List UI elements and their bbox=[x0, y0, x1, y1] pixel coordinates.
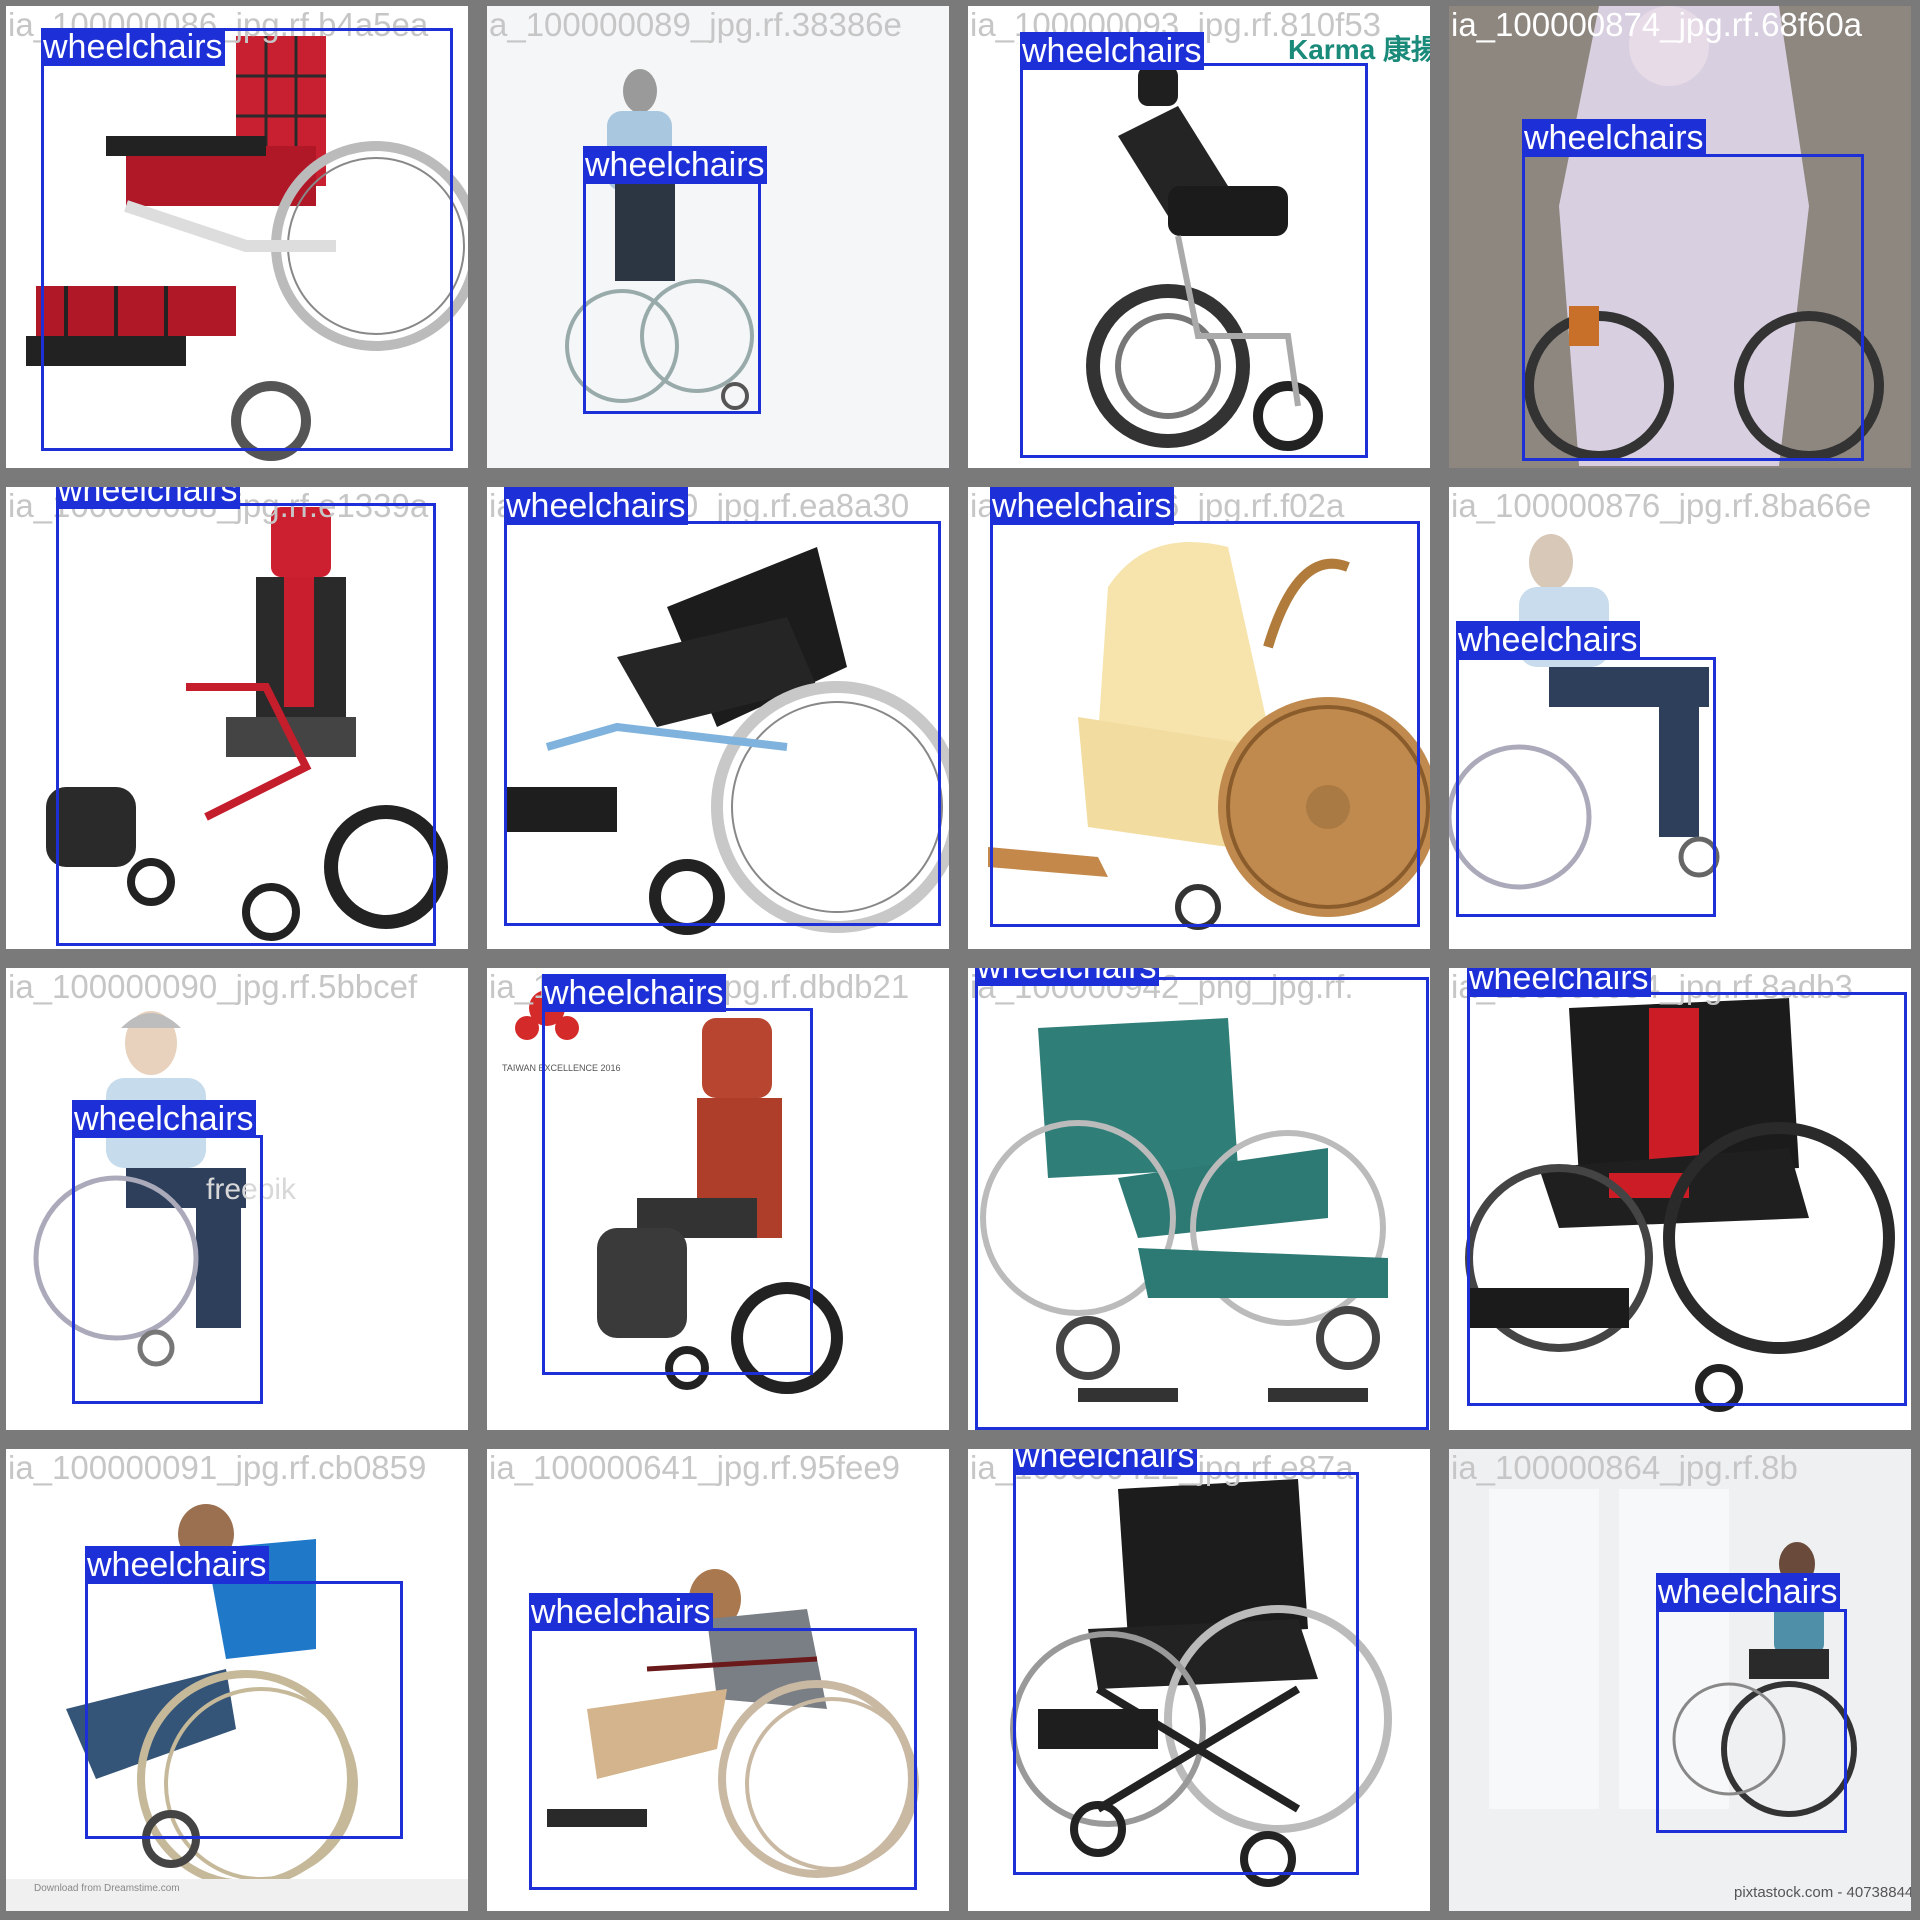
detection-box bbox=[990, 521, 1420, 927]
detection-box bbox=[975, 977, 1429, 1430]
detection-box bbox=[56, 503, 436, 946]
image-filename: ia_100000090_jpg.rf.5bbcef bbox=[8, 968, 418, 1005]
grid-tile: ia_100000864_jpg.rf.8b pixtastock.com - … bbox=[1449, 1449, 1911, 1911]
image-filename: a_100000089_jpg.rf.38386e bbox=[489, 6, 902, 43]
grid-tile: ia_100000470_jpg.rf.ea8a30 wheelchairs bbox=[487, 487, 949, 949]
brand-watermark: Download from Dreamstime.com bbox=[34, 1883, 180, 1894]
detection-box bbox=[1522, 154, 1864, 461]
detection-label: wheelchairs bbox=[990, 487, 1174, 525]
detection-label: wheelchairs bbox=[529, 1593, 713, 1631]
detection-label: wheelchairs bbox=[583, 146, 767, 184]
image-filename: ia_100000641_jpg.rf.95fee9 bbox=[489, 1449, 901, 1486]
image-filename: ia_100000876_jpg.rf.8ba66e bbox=[1451, 487, 1872, 524]
grid-tile: ia_100000092_jpg.rf.dbdb21 TAIWAN EXCELL… bbox=[487, 968, 949, 1430]
grid-tile: ia_100000942_png_jpg.rf. wheelchairs bbox=[968, 968, 1430, 1430]
detection-label: wheelchairs bbox=[72, 1100, 256, 1138]
detection-box bbox=[41, 28, 453, 451]
detection-label: wheelchairs bbox=[1467, 968, 1651, 997]
grid-tile: ia_100000466_jpg.rf.f02a wheelchairs bbox=[968, 487, 1430, 949]
detection-box bbox=[1456, 657, 1716, 917]
detection-box bbox=[1656, 1609, 1847, 1833]
grid-tile: ia_100000088_jpg.rf.e1339a wheelchairs bbox=[6, 487, 468, 949]
detection-label: wheelchairs bbox=[542, 974, 726, 1012]
detection-label: wheelchairs bbox=[41, 28, 225, 66]
detection-label: wheelchairs bbox=[975, 968, 1159, 986]
image-filename: ia_100000874_jpg.rf.68f60a bbox=[1451, 6, 1863, 43]
detection-box bbox=[1020, 63, 1368, 458]
grid-tile: ia_100000874_jpg.rf.68f60a wheelchairs bbox=[1449, 6, 1911, 468]
grid-tile: ia_100000086_jpg.rf.b4a5ea wheelchairs bbox=[6, 6, 468, 468]
brand-watermark: pixtastock.com - 40738844 bbox=[1734, 1884, 1911, 1901]
grid-tile: ia_100000422_jpg.rf.e87a wheelchairs bbox=[968, 1449, 1430, 1911]
detection-box bbox=[85, 1581, 403, 1839]
detection-box bbox=[529, 1628, 917, 1890]
detection-box bbox=[583, 174, 761, 414]
detection-label: wheelchairs bbox=[1456, 621, 1640, 659]
grid-tile: ia_100000876_jpg.rf.8ba66e wheelchairs bbox=[1449, 487, 1911, 949]
grid-tile: ia_100000090_jpg.rf.5bbcef freepik wheel… bbox=[6, 968, 468, 1430]
detection-label: wheelchairs bbox=[85, 1546, 269, 1584]
image-filename: ia_100000864_jpg.rf.8b bbox=[1451, 1449, 1798, 1486]
detection-label: wheelchairs bbox=[1020, 32, 1204, 70]
grid-tile: ia_100000091_jpg.rf.cb0859 Download from… bbox=[6, 1449, 468, 1911]
detection-box bbox=[542, 1008, 813, 1375]
detection-box bbox=[1013, 1472, 1359, 1875]
detection-label: wheelchairs bbox=[1522, 119, 1706, 157]
grid-tile: ia_100000093_jpg.rf.810f53 Karma 康揚 whee… bbox=[968, 6, 1430, 468]
image-filename: ia_100000091_jpg.rf.cb0859 bbox=[8, 1449, 427, 1486]
detection-box bbox=[1467, 992, 1907, 1406]
detection-label: wheelchairs bbox=[56, 487, 240, 509]
grid-tile: a_100000089_jpg.rf.38386e wheelchairs bbox=[487, 6, 949, 468]
detection-box bbox=[72, 1135, 263, 1404]
grid-tile: ia_100000094_jpg.rf.8adb3 wheelchairs bbox=[1449, 968, 1911, 1430]
detection-label: wheelchairs bbox=[1656, 1573, 1840, 1611]
detection-label: wheelchairs bbox=[1013, 1449, 1197, 1475]
grid-tile: ia_100000641_jpg.rf.95fee9 wheelchairs bbox=[487, 1449, 949, 1911]
detection-box bbox=[504, 521, 941, 926]
detection-label: wheelchairs bbox=[504, 487, 688, 525]
